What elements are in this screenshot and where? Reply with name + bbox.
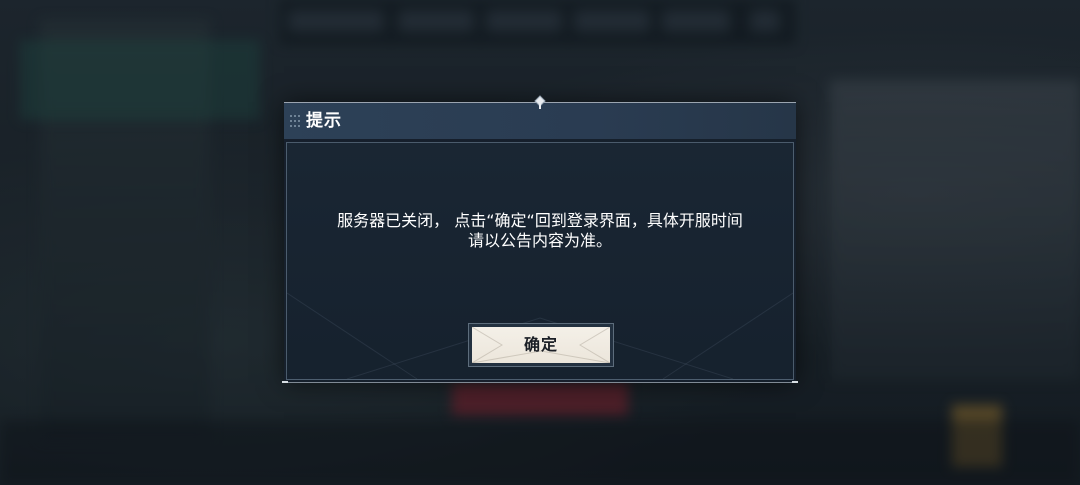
- confirm-button-label: 确定: [523, 335, 558, 354]
- dialog-bottom-border: [282, 382, 798, 383]
- message-line-1: 服务器已关闭， 点击“确定“回到登录界面，具体开服时间: [337, 211, 743, 230]
- message-line-2: 请以公告内容为准。: [467, 231, 612, 250]
- diamond-ornament-icon: [534, 95, 546, 109]
- server-closed-dialog: 提示 服务器已关闭， 点击“确定“回到登录界面，具体开服时间 请以公告内容为准。: [282, 95, 798, 383]
- dialog-title: 提示: [306, 111, 342, 131]
- dialog-content-panel: 服务器已关闭， 点击“确定“回到登录界面，具体开服时间 请以公告内容为准。 确定: [286, 142, 794, 380]
- confirm-button-face: 确定: [472, 327, 610, 363]
- dialog-message: 服务器已关闭， 点击“确定“回到登录界面，具体开服时间 请以公告内容为准。: [287, 211, 793, 251]
- confirm-button[interactable]: 确定: [468, 323, 614, 367]
- bottom-right-corner-tick: [792, 381, 798, 383]
- bottom-left-corner-tick: [282, 381, 288, 383]
- grip-dots-icon: [290, 115, 300, 127]
- game-background: 提示 服务器已关闭， 点击“确定“回到登录界面，具体开服时间 请以公告内容为准。: [0, 0, 1080, 485]
